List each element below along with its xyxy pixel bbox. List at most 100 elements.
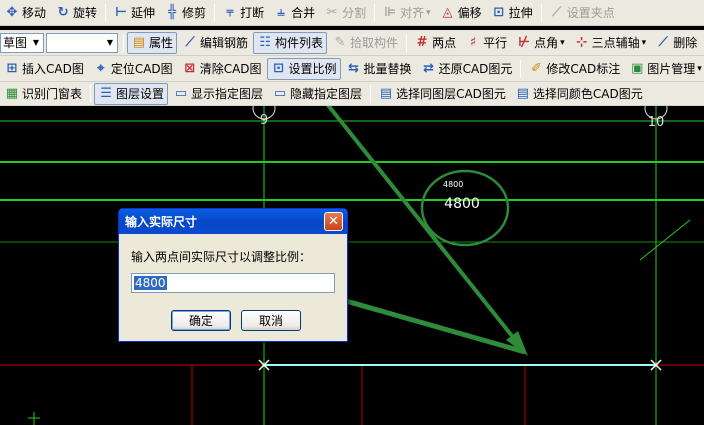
extend-icon: ⊢: [115, 4, 127, 20]
delete-icon: ⟋: [658, 34, 668, 50]
set-scale-button[interactable]: ⊡ 设置比例: [266, 57, 341, 80]
offset-button[interactable]: ◬ 偏移: [436, 2, 486, 24]
trim-button[interactable]: ╬ 修剪: [160, 2, 210, 24]
axis-label-right: 10: [648, 115, 665, 130]
size-input[interactable]: 4800: [131, 273, 335, 293]
axis-label-left: 9: [260, 113, 268, 128]
rotate-icon: ↻: [57, 4, 69, 20]
break-button[interactable]: ⫧ 打断: [218, 2, 268, 24]
modify-cad-label-button[interactable]: ✐ 修改CAD标注: [524, 58, 624, 80]
merge-button[interactable]: ⫨ 合并: [269, 2, 319, 24]
separator: [540, 3, 542, 22]
size-input-value: 4800: [134, 276, 167, 290]
dimension-label-small: 4800: [443, 180, 463, 189]
chevron-down-icon: ▾: [641, 37, 647, 48]
stretch-button[interactable]: ⊡ 拉伸: [487, 2, 537, 24]
identify-doors-button[interactable]: ▦ 识别门窗表: [0, 83, 86, 105]
restore-cad-button[interactable]: ⇄ 还原CAD图元: [417, 58, 517, 80]
locate-icon: ⌖: [97, 60, 105, 76]
locate-cad-button[interactable]: ⌖ 定位CAD图: [89, 58, 177, 80]
move-icon: ✥: [6, 4, 18, 20]
grip-icon: ⟋: [552, 4, 562, 20]
chevron-down-icon: ▼: [32, 38, 40, 47]
wall-lines: [0, 364, 704, 425]
break-icon: ⫧: [226, 4, 234, 20]
chevron-down-icon: ▼: [106, 38, 114, 47]
chevron-down-icon: ▾: [560, 37, 565, 48]
separator: [374, 3, 376, 22]
ok-button[interactable]: 确定: [171, 310, 231, 331]
dialog-title: 输入实际尺寸: [125, 215, 198, 229]
point-angle-icon: ⊬: [518, 34, 531, 50]
component-list-button[interactable]: ☷ 构件列表: [253, 31, 328, 54]
point-angle-button[interactable]: ⊬ 点角 ▾: [512, 32, 569, 54]
merge-icon: ⫨: [277, 4, 285, 20]
cad-color-icon: ▤: [516, 85, 530, 101]
show-layer-button[interactable]: ▭ 显示指定图层: [169, 83, 267, 105]
close-button[interactable]: ✕: [324, 212, 343, 231]
two-points-button[interactable]: # 两点: [410, 32, 460, 54]
properties-button[interactable]: ▤ 属性: [127, 31, 178, 54]
axis-line: [639, 219, 691, 261]
label-icon: ✐: [530, 60, 542, 76]
batch-replace-button[interactable]: ⇆ 批量替换: [342, 58, 416, 80]
toolbar-edit: ✥ 移动 ↻ 旋转 ⊢ 延伸 ╬ 修剪 ⫧ 打断 ⫨ 合并 ✂ 分割 ⊫ 对齐 ▾ ◬ 偏移 ⊡ 拉伸…: [0, 0, 704, 26]
delete-button[interactable]: ⟋ 删除: [651, 32, 701, 54]
image-icon: ▣: [631, 60, 644, 76]
separator: [123, 33, 124, 52]
dialog-title-bar[interactable]: 输入实际尺寸 ✕: [119, 209, 347, 234]
cursor-icon: [28, 412, 40, 425]
align-button[interactable]: ⊫ 对齐 ▾: [378, 2, 435, 24]
separator: [105, 3, 107, 22]
parallel-button[interactable]: ♯ 平行: [461, 32, 511, 54]
parallel-icon: ♯: [469, 34, 477, 50]
input-size-dialog: 输入实际尺寸 ✕ 输入两点间实际尺寸以调整比例： 4800 确定 取消: [118, 208, 348, 342]
axis-grid: [0, 106, 704, 425]
scale-icon: ⊡: [273, 60, 284, 76]
toolbar-properties: 草图 ▼ ▼ ▤ 属性 ⟋ 编辑钢筋 ☷ 构件列表 ✎ 拾取构件 # 两点 ♯ 平行 ⊬ 点角 ▾…: [0, 30, 704, 56]
image-manage-button[interactable]: ▣ 图片管理 ▾: [625, 58, 704, 80]
align-icon: ⊫: [384, 4, 397, 20]
cad-hide-icon: ▭: [273, 85, 287, 101]
select-same-color-button[interactable]: ▤ 选择同颜色CAD图元: [511, 83, 647, 105]
table-icon: ▦: [5, 85, 19, 101]
two-points-icon: #: [416, 34, 428, 50]
rotate-button[interactable]: ↻ 旋转: [51, 2, 101, 24]
replace-icon: ⇆: [348, 60, 359, 76]
three-point-aux-button[interactable]: ⊹ 三点辅轴 ▾: [570, 32, 651, 54]
dialog-buttons: 确定 取消: [171, 310, 347, 331]
dimension-label-large: 4800: [444, 196, 480, 212]
set-grip-button[interactable]: ⟋ 设置夹点: [545, 2, 619, 24]
three-point-icon: ⊹: [576, 34, 588, 50]
cad-show-icon: ▭: [174, 85, 188, 101]
layer-settings-button[interactable]: ☰ 图层设置: [94, 82, 169, 105]
layers-icon: ☰: [100, 85, 112, 101]
chevron-down-icon: ▾: [697, 63, 702, 74]
extend-button[interactable]: ⊢ 延伸: [109, 2, 159, 24]
separator: [520, 59, 522, 78]
trim-icon: ╬: [168, 4, 176, 20]
pick-icon: ✎: [334, 34, 346, 50]
filter-combo[interactable]: ▼: [46, 32, 118, 53]
edit-rebar-button[interactable]: ⟋ 编辑钢筋: [178, 32, 252, 54]
hide-layer-button[interactable]: ▭ 隐藏指定图层: [268, 83, 366, 105]
select-same-layer-button[interactable]: ▤ 选择同图层CAD图元: [374, 83, 510, 105]
insert-cad-button[interactable]: ⊞ 插入CAD图: [0, 58, 88, 80]
close-icon: ✕: [328, 214, 339, 229]
clear-cad-button[interactable]: ⊠ 清除CAD图: [178, 58, 266, 80]
separator: [214, 3, 216, 22]
layer-combo[interactable]: 草图 ▼: [0, 32, 44, 53]
cancel-button[interactable]: 取消: [241, 310, 301, 331]
separator: [90, 84, 92, 103]
dialog-body: 输入两点间实际尺寸以调整比例： 4800 确定 取消: [119, 234, 347, 331]
properties-icon: ▤: [132, 34, 146, 50]
separator: [370, 84, 372, 103]
pick-component-button[interactable]: ✎ 拾取构件: [328, 32, 402, 54]
move-button[interactable]: ✥ 移动: [0, 2, 50, 24]
list-icon: ☷: [259, 34, 271, 50]
dialog-prompt: 输入两点间实际尺寸以调整比例：: [131, 250, 312, 264]
split-button[interactable]: ✂ 分割: [320, 2, 370, 24]
axis-markers: 9 10: [252, 106, 668, 130]
stretch-icon: ⊡: [493, 4, 505, 20]
drawing-canvas[interactable]: 9 10 4800 4800: [0, 106, 704, 425]
